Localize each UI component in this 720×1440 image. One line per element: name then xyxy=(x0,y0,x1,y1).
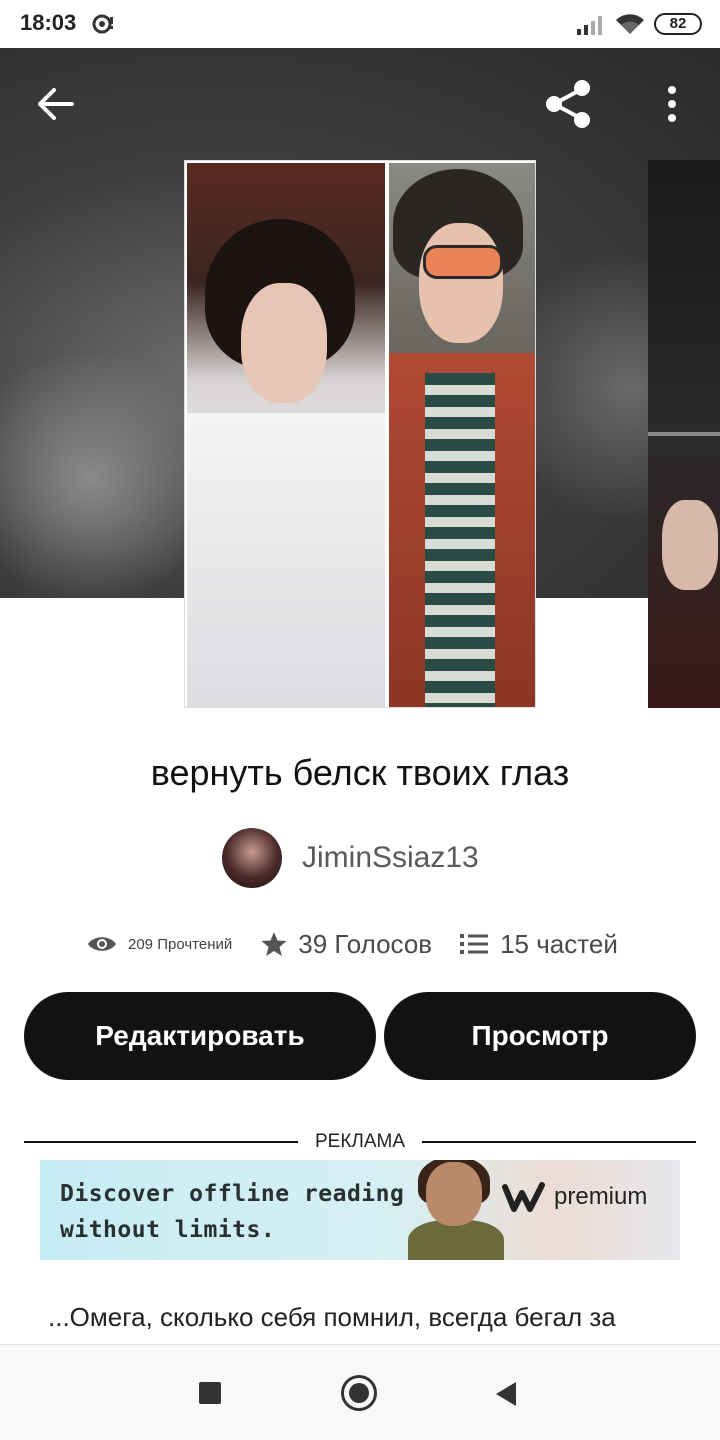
ad-figure xyxy=(426,1162,482,1226)
back-arrow-icon[interactable] xyxy=(32,80,80,128)
status-bar: 18:03 82 xyxy=(0,0,720,48)
cover-figure xyxy=(425,373,495,707)
divider xyxy=(422,1141,696,1143)
parts-count: 15 частей xyxy=(500,928,618,959)
stat-votes: 39 Голосов xyxy=(260,929,432,960)
back-triangle-icon[interactable] xyxy=(494,1381,518,1407)
wifi-icon xyxy=(616,14,644,34)
story-stats: 209 Прочтений 39 Голосов 15 частей xyxy=(86,922,618,966)
home-icon[interactable] xyxy=(341,1375,377,1411)
ad-brand-text: premium xyxy=(554,1183,648,1210)
ad-text: Discover offline reading without limits. xyxy=(60,1176,404,1248)
author-avatar[interactable] xyxy=(222,828,282,888)
ad-figure xyxy=(408,1220,504,1260)
author-link[interactable]: JiminSsiaz13 xyxy=(222,828,479,888)
stat-reads: 209 Прочтений xyxy=(86,933,232,955)
ad-text-line: without limits. xyxy=(60,1217,276,1243)
reads-count: 209 Прочтений xyxy=(128,935,233,953)
votes-count: 39 Голосов xyxy=(298,928,433,959)
cover-figure xyxy=(423,245,503,279)
ad-person-image xyxy=(400,1160,510,1260)
signal-icon xyxy=(577,16,602,35)
star-icon xyxy=(261,932,287,956)
author-name[interactable]: JiminSsiaz13 xyxy=(302,841,479,875)
list-icon xyxy=(460,934,489,954)
more-vertical-icon[interactable] xyxy=(652,80,692,128)
cover-figure xyxy=(662,500,718,590)
recent-apps-icon[interactable] xyxy=(199,1382,221,1404)
eye-icon xyxy=(88,937,116,951)
ad-banner[interactable]: Discover offline reading without limits.… xyxy=(40,1160,680,1260)
home-icon-inner xyxy=(349,1383,369,1403)
battery-icon: 82 xyxy=(654,13,702,35)
stat-parts: 15 частей xyxy=(460,929,618,960)
cover-figure xyxy=(241,283,327,403)
system-nav-bar xyxy=(0,1344,720,1440)
status-time: 18:03 xyxy=(20,10,77,35)
divider xyxy=(24,1141,298,1143)
cover-figure xyxy=(419,223,503,343)
ad-label: РЕКЛАМА xyxy=(314,1131,406,1152)
story-cover[interactable] xyxy=(184,160,536,708)
share-icon[interactable] xyxy=(540,76,596,132)
story-description: ...Омега, сколько себя помнил, всегда бе… xyxy=(48,1302,616,1332)
ad-brand: premium xyxy=(502,1182,647,1212)
notification-icon xyxy=(92,14,113,34)
cover-image-right xyxy=(389,163,535,707)
view-button[interactable]: Просмотр xyxy=(384,992,696,1080)
story-title: вернуть белск твоих глаз xyxy=(150,752,570,793)
ad-text-line: Discover offline reading xyxy=(60,1181,405,1207)
cover-figure xyxy=(187,413,385,707)
cover-image-left xyxy=(187,163,385,707)
cover-divider xyxy=(648,432,720,436)
next-story-cover[interactable] xyxy=(648,160,720,708)
wattpad-logo-icon xyxy=(502,1182,545,1212)
edit-button[interactable]: Редактировать xyxy=(24,992,376,1080)
